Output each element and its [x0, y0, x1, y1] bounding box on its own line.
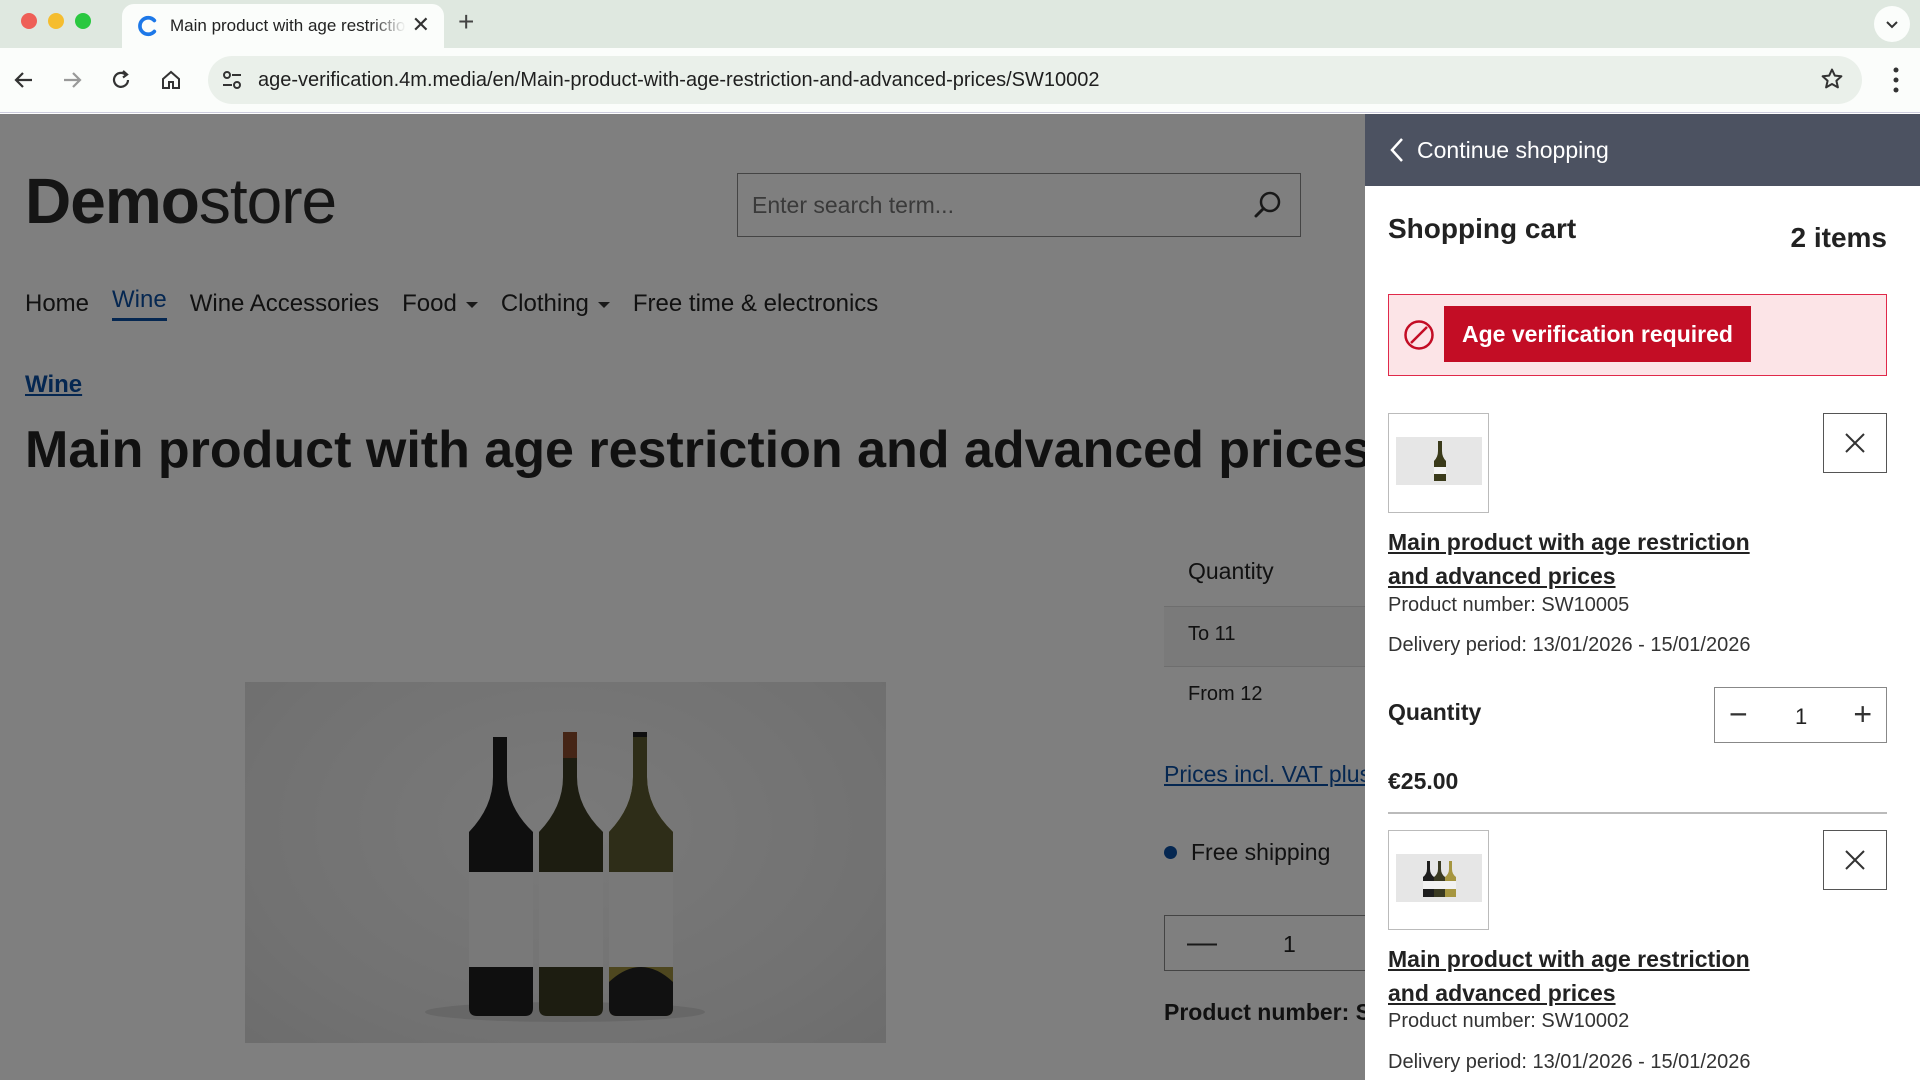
three-bottles-image	[1396, 854, 1482, 902]
shopping-cart-panel: Continue shopping Shopping cart 2 items …	[1365, 114, 1920, 1080]
cart-item-thumbnail[interactable]	[1388, 830, 1489, 930]
cart-item-quantity-label: Quantity	[1388, 699, 1482, 725]
browser-tab-active[interactable]: Main product with age restrictio ✕	[122, 4, 444, 48]
cart-item-name-link[interactable]: Main product with age restriction and ad…	[1388, 942, 1768, 1010]
address-bar[interactable]: age-verification.4m.media/en/Main-produc…	[208, 56, 1862, 104]
cart-item-thumbnail[interactable]	[1388, 413, 1489, 513]
minus-icon[interactable]: −	[1729, 696, 1748, 732]
cart-item-delivery: Delivery period: 13/01/2026 - 15/01/2026	[1388, 1051, 1751, 1073]
bookmark-star-icon[interactable]	[1820, 67, 1844, 91]
cart-quantity-stepper[interactable]: − 1 +	[1714, 687, 1887, 743]
remove-item-close-icon[interactable]	[1823, 830, 1887, 890]
cart-line-item: Main product with age restriction and ad…	[1388, 830, 1887, 1080]
cart-item-price: €25.00	[1388, 768, 1459, 794]
browser-toolbar: age-verification.4m.media/en/Main-produc…	[0, 48, 1920, 113]
cart-item-product-number: Product number: SW10005	[1388, 594, 1630, 616]
plus-icon[interactable]: +	[1853, 696, 1872, 732]
cart-line-item: Main product with age restriction and ad…	[1388, 413, 1887, 815]
cart-item-count: 2 items	[1790, 222, 1888, 253]
cart-quantity-value[interactable]: 1	[1795, 704, 1807, 730]
cart-title: Shopping cart	[1388, 213, 1577, 244]
window-close-button[interactable]	[21, 13, 37, 29]
window-zoom-button[interactable]	[75, 13, 91, 29]
cart-item-product-number: Product number: SW10002	[1388, 1010, 1630, 1032]
browser-tab-strip: Main product with age restrictio ✕ +	[0, 0, 1920, 48]
tab-title: Main product with age restrictio	[170, 16, 406, 35]
single-bottle-image	[1396, 437, 1482, 485]
remove-item-close-icon[interactable]	[1823, 413, 1887, 473]
forward-arrow-icon[interactable]	[56, 64, 88, 96]
continue-shopping-label: Continue shopping	[1417, 136, 1609, 163]
web-page: Demostore Home Wine Wine Accessories Foo…	[0, 114, 1920, 1080]
browser-menu-icon[interactable]	[1892, 66, 1900, 94]
back-arrow-icon[interactable]	[8, 64, 40, 96]
age-verification-alert: Age verification required	[1388, 294, 1887, 376]
age-verification-button[interactable]: Age verification required	[1444, 306, 1751, 362]
site-favicon-icon	[138, 15, 157, 37]
site-settings-icon[interactable]	[220, 68, 244, 92]
new-tab-plus-icon[interactable]: +	[458, 6, 474, 38]
reload-icon[interactable]	[105, 64, 137, 96]
home-icon[interactable]	[155, 64, 187, 96]
continue-shopping-button[interactable]: Continue shopping	[1365, 114, 1920, 186]
cart-item-name-link[interactable]: Main product with age restriction and ad…	[1388, 525, 1768, 593]
tab-close-icon[interactable]: ✕	[412, 14, 430, 36]
tab-search-chevron-icon[interactable]	[1874, 6, 1910, 42]
modal-backdrop[interactable]	[0, 114, 1365, 1080]
cart-item-delivery: Delivery period: 13/01/2026 - 15/01/2026	[1388, 634, 1751, 656]
divider	[1388, 812, 1887, 814]
chevron-left-icon	[1390, 138, 1403, 162]
window-minimize-button[interactable]	[48, 13, 64, 29]
blocked-icon	[1404, 320, 1434, 350]
url-text[interactable]: age-verification.4m.media/en/Main-produc…	[258, 69, 1100, 92]
